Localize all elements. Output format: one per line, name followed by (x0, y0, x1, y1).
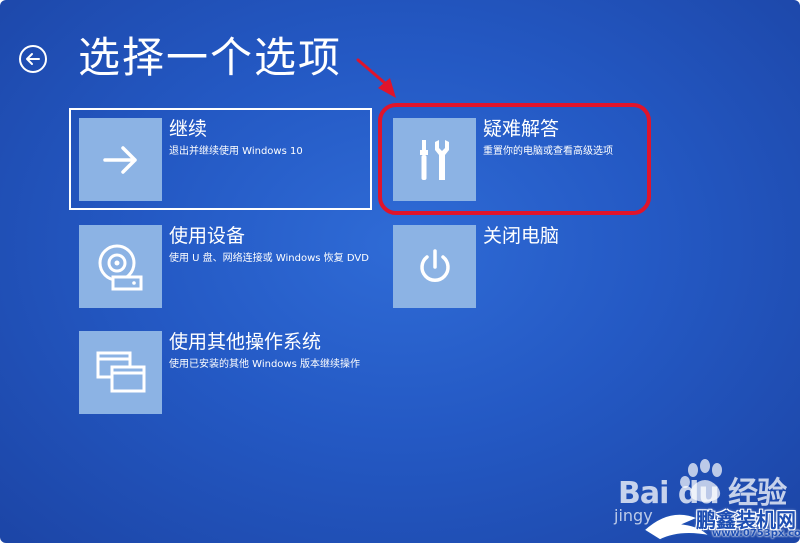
recovery-screen: 选择一个选项 继续 退出并继续使用 Windows 10 使用设备 使用 U 盘… (0, 0, 800, 543)
arrow-right-icon (102, 145, 137, 174)
windows-stack-icon (96, 351, 145, 392)
back-button[interactable] (18, 44, 48, 74)
option-shutdown-title: 关闭电脑 (483, 225, 560, 247)
site-url-watermark: www.0753px.com (712, 528, 800, 539)
option-use-device[interactable]: 使用设备 使用 U 盘、网络连接或 Windows 恢复 DVD (79, 225, 369, 310)
option-use-device-tile (79, 225, 162, 308)
option-use-device-desc: 使用 U 盘、网络连接或 Windows 恢复 DVD (169, 253, 369, 264)
option-continue-tile (79, 118, 162, 201)
option-continue[interactable]: 继续 退出并继续使用 Windows 10 (79, 118, 369, 203)
option-other-os-tile (79, 331, 162, 414)
page-title: 选择一个选项 (78, 33, 343, 82)
option-continue-desc: 退出并继续使用 Windows 10 (169, 146, 303, 157)
option-use-device-title: 使用设备 (169, 225, 246, 247)
back-arrow-circle-icon (19, 45, 47, 73)
option-other-os-desc: 使用已安装的其他 Windows 版本继续操作 (169, 359, 360, 370)
red-arrow-annotation-icon (356, 58, 396, 98)
option-other-os-title: 使用其他操作系统 (169, 331, 322, 353)
option-continue-title: 继续 (169, 118, 208, 140)
option-shutdown-tile (393, 225, 476, 308)
disc-drive-icon (98, 244, 142, 290)
power-icon (419, 248, 450, 282)
option-other-os[interactable]: 使用其他操作系统 使用已安装的其他 Windows 版本继续操作 (79, 331, 369, 416)
option-shutdown[interactable]: 关闭电脑 (393, 225, 643, 310)
highlight-annotation (378, 103, 651, 215)
